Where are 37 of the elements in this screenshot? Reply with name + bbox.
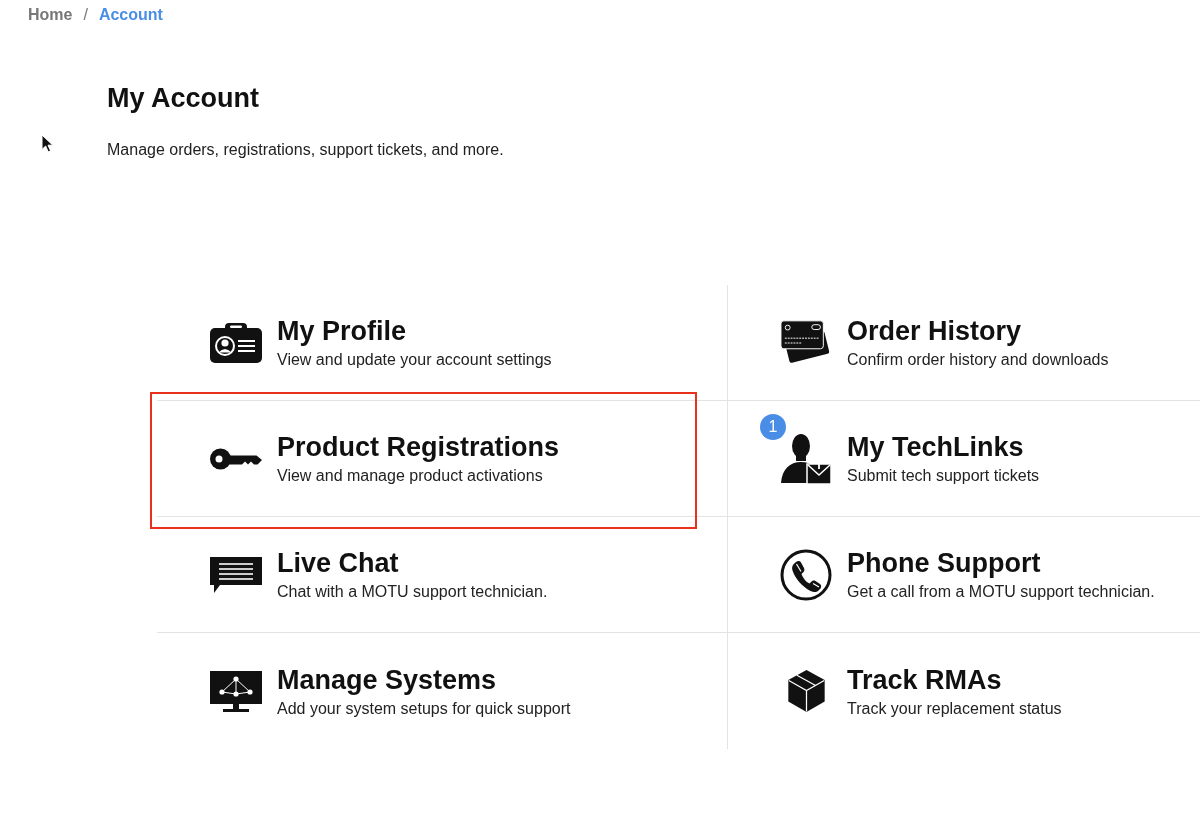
id-card-icon	[210, 322, 262, 363]
tile-description: View and update your account settings	[277, 350, 552, 370]
box-icon	[786, 669, 826, 713]
tile-description: Add your system setups for quick support	[277, 698, 571, 719]
tile-description: Submit tech support tickets	[847, 466, 1040, 486]
account-tile[interactable]: Manage Systems Add your system setups for quick support	[157, 633, 727, 749]
account-tile[interactable]: My Profile View and update your account settings	[157, 285, 727, 401]
person-envelope-icon	[780, 432, 832, 485]
mouse-pointer-icon	[41, 134, 54, 153]
tile-description: Get a call from a MOTU support technician.	[847, 582, 1155, 602]
tile-title: Live Chat	[277, 547, 399, 579]
monitor-network-icon	[210, 670, 262, 712]
account-tile[interactable]: Live Chat Chat with a MOTU support technician.	[157, 517, 727, 633]
tile-title: Phone Support	[847, 547, 1041, 579]
key-icon	[210, 447, 262, 470]
breadcrumb-separator: /	[83, 5, 88, 25]
tile-description: Chat with a MOTU support technician.	[277, 582, 548, 602]
tile-title: Product Registrations	[277, 431, 560, 463]
tile-title: My Profile	[277, 315, 407, 347]
tile-description: Track your replacement status	[847, 698, 1062, 719]
page-subtitle: Manage orders, registrations, support tickets, and more.	[107, 140, 505, 160]
tile-title: Order History	[847, 315, 1022, 347]
account-tile[interactable]: Order History Confirm order history and downloads	[727, 285, 1200, 401]
tile-title: Manage Systems	[277, 663, 497, 696]
tile-title: Track RMAs	[847, 663, 1002, 696]
page-title: My Account	[107, 82, 260, 114]
account-tile[interactable]: Track RMAs Track your replacement status	[727, 633, 1200, 749]
breadcrumb-link[interactable]: Home	[28, 5, 73, 25]
tile-title: My TechLinks	[847, 431, 1024, 463]
account-tile[interactable]: Product Registrations View and manage product activations	[157, 401, 727, 517]
chat-bubble-icon	[210, 556, 262, 593]
phone-icon	[780, 548, 832, 601]
notification-badge: 1	[760, 413, 786, 440]
account-tile[interactable]: Phone Support Get a call from a MOTU support technician.	[727, 517, 1200, 633]
account-tile[interactable]: 1 My TechLinks Submit tech support tickets	[727, 401, 1200, 517]
tile-description: Confirm order history and downloads	[847, 350, 1109, 370]
tile-description: View and manage product activations	[277, 466, 543, 486]
